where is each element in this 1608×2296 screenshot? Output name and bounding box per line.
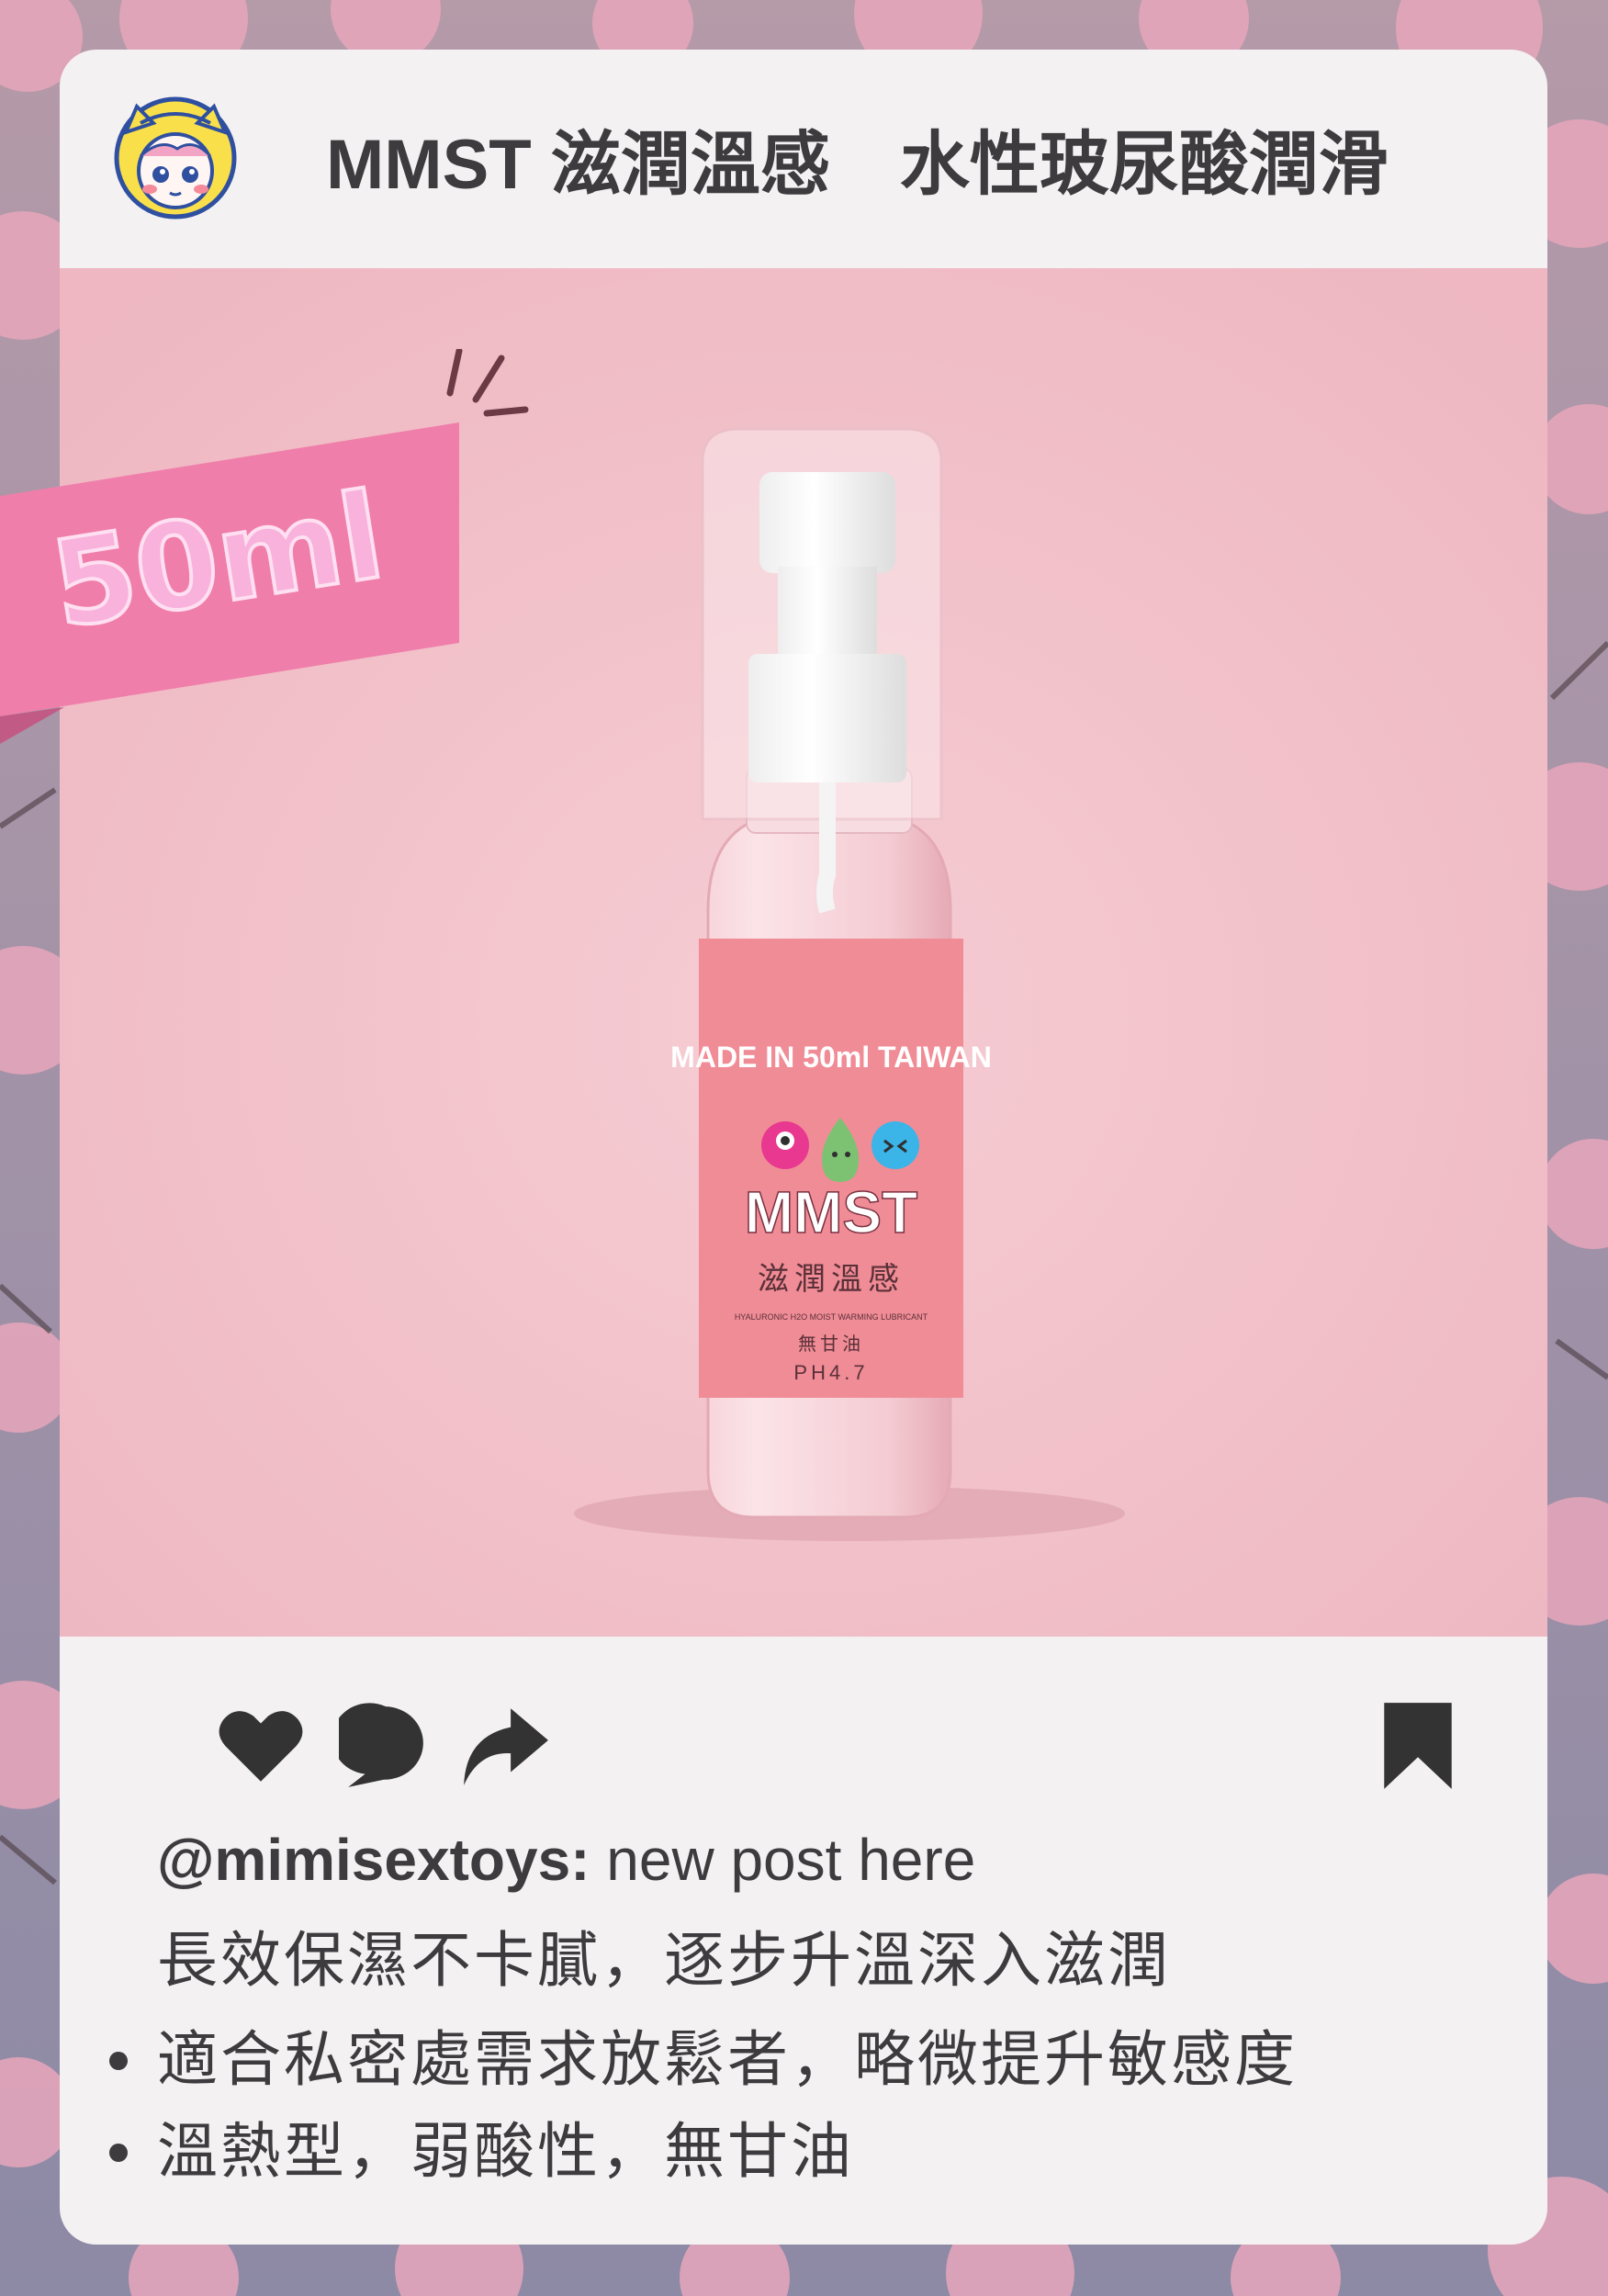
- post-title: MMST 滋潤溫感 水性玻尿酸潤滑: [326, 126, 1389, 204]
- username-link[interactable]: @mimisextoys:: [157, 1827, 590, 1893]
- bookmark-icon[interactable]: [1380, 1699, 1456, 1793]
- bullet-dot-icon: [109, 2052, 128, 2070]
- comment-bubble-icon[interactable]: [339, 1699, 433, 1793]
- label-ph: PH4.7: [793, 1361, 868, 1384]
- list-item: 溫熱型，弱酸性，無甘油: [102, 2105, 1298, 2197]
- label-name: 滋潤溫感: [758, 1261, 905, 1298]
- share-arrow-icon[interactable]: [458, 1699, 552, 1793]
- label-sub-text: HYALURONIC H2O MOIST WARMING LUBRICANT: [735, 1312, 928, 1322]
- label-glycerin: 無甘油: [798, 1333, 864, 1355]
- caption-text: new post here: [590, 1827, 976, 1893]
- sparkle-lines-icon: [446, 349, 529, 417]
- feature-list: 適合私密處需求放鬆者，略微提升敏感度 溫熱型，弱酸性，無甘油: [102, 2013, 1298, 2197]
- bullet-dot-icon: [109, 2144, 128, 2162]
- list-item: 適合私密處需求放鬆者，略微提升敏感度: [102, 2013, 1298, 2105]
- tiger-hood-avatar-icon[interactable]: [113, 96, 238, 220]
- post-header: MMST 滋潤溫感 水性玻尿酸潤滑: [60, 50, 1547, 268]
- post-description: 長效保濕不卡膩，逐步升溫深入滋潤: [157, 1926, 1171, 1994]
- post-action-bar: [155, 1699, 1459, 1800]
- label-arc-text: MADE IN 50ml TAIWAN: [670, 1041, 992, 1074]
- label-brand: MMST: [745, 1179, 917, 1245]
- heart-icon[interactable]: [214, 1699, 308, 1793]
- list-item-text: 溫熱型，弱酸性，無甘油: [157, 2117, 854, 2185]
- volume-ribbon-sticker: 50ml: [0, 349, 529, 744]
- post-caption: @mimisextoys: new post here: [157, 1818, 975, 1901]
- list-item-text: 適合私密處需求放鬆者，略微提升敏感度: [157, 2025, 1298, 2093]
